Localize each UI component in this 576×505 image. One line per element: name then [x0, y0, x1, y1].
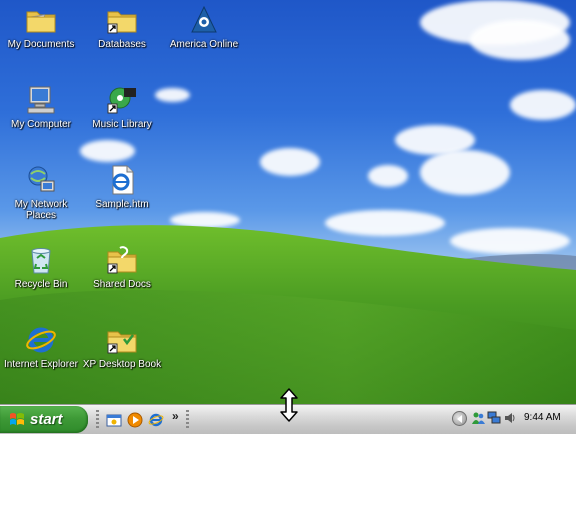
desktop-icon-label: Shared Docs — [93, 279, 151, 290]
html-document-icon — [112, 165, 134, 195]
desktop-icon-my-computer[interactable]: My Computer — [0, 84, 82, 130]
desktop-icon-america-online[interactable]: America Online — [163, 4, 245, 50]
volume-icon[interactable] — [503, 411, 517, 425]
desktop-background[interactable]: My Documents Databases America Online My… — [0, 0, 576, 404]
folder-shortcut-icon — [107, 331, 137, 354]
computer-icon — [27, 86, 55, 114]
taskbar-grip[interactable] — [186, 410, 189, 430]
desktop-icon-label: Databases — [98, 39, 146, 50]
vertical-resize-cursor-icon — [280, 388, 298, 422]
shared-folder-icon — [107, 246, 137, 274]
desktop-icon-databases[interactable]: Databases — [81, 4, 163, 50]
internet-explorer-icon[interactable] — [148, 412, 164, 428]
internet-explorer-icon — [26, 327, 56, 353]
recycle-bin-icon — [31, 248, 51, 274]
network-places-icon — [28, 166, 55, 192]
media-player-icon[interactable] — [127, 412, 143, 428]
start-label: start — [30, 411, 63, 428]
windows-explorer-icon[interactable] — [106, 412, 122, 428]
desktop-icon-label: Recycle Bin — [14, 279, 68, 290]
desktop-icon-sample-htm[interactable]: Sample.htm — [81, 164, 163, 210]
desktop-icon-music-library[interactable]: Music Library — [81, 84, 163, 130]
desktop-icon-my-documents[interactable]: My Documents — [0, 4, 82, 50]
quick-launch-more-button[interactable]: » — [172, 409, 179, 423]
folder-icon — [26, 11, 56, 33]
aol-icon — [191, 5, 217, 33]
windows-flag-icon — [10, 413, 24, 425]
desktop-icon-label: XP Desktop Book — [82, 359, 162, 370]
desktop-icon-label: My Network Places — [14, 199, 68, 221]
folder-shortcut-icon — [107, 11, 137, 34]
start-button[interactable]: start — [0, 406, 88, 433]
music-shortcut-icon — [107, 87, 136, 114]
quick-launch-grip[interactable] — [96, 410, 99, 430]
show-hidden-icons-button[interactable] — [452, 411, 467, 426]
desktop-icon-label: My Computer — [10, 119, 71, 130]
network-icon[interactable] — [487, 411, 501, 425]
desktop-icon-label: Sample.htm — [95, 199, 149, 210]
desktop-icon-label: Music Library — [92, 119, 152, 130]
messenger-icon[interactable] — [471, 411, 485, 425]
desktop-icon-shared-docs[interactable]: Shared Docs — [81, 244, 163, 290]
desktop-icon-recycle-bin[interactable]: Recycle Bin — [0, 244, 82, 290]
desktop-icon-internet-explorer[interactable]: Internet Explorer — [0, 324, 82, 370]
desktop-icon-my-network-places[interactable]: My Network Places — [0, 164, 82, 221]
system-tray: 9:44 AM — [449, 404, 576, 434]
desktop-icon-label: Internet Explorer — [4, 359, 78, 370]
desktop-icon-xp-desktop-book[interactable]: XP Desktop Book — [81, 324, 163, 370]
desktop-icon-label: My Documents — [7, 39, 75, 50]
desktop-icon-label: America Online — [169, 39, 239, 50]
clock[interactable]: 9:44 AM — [524, 412, 561, 423]
